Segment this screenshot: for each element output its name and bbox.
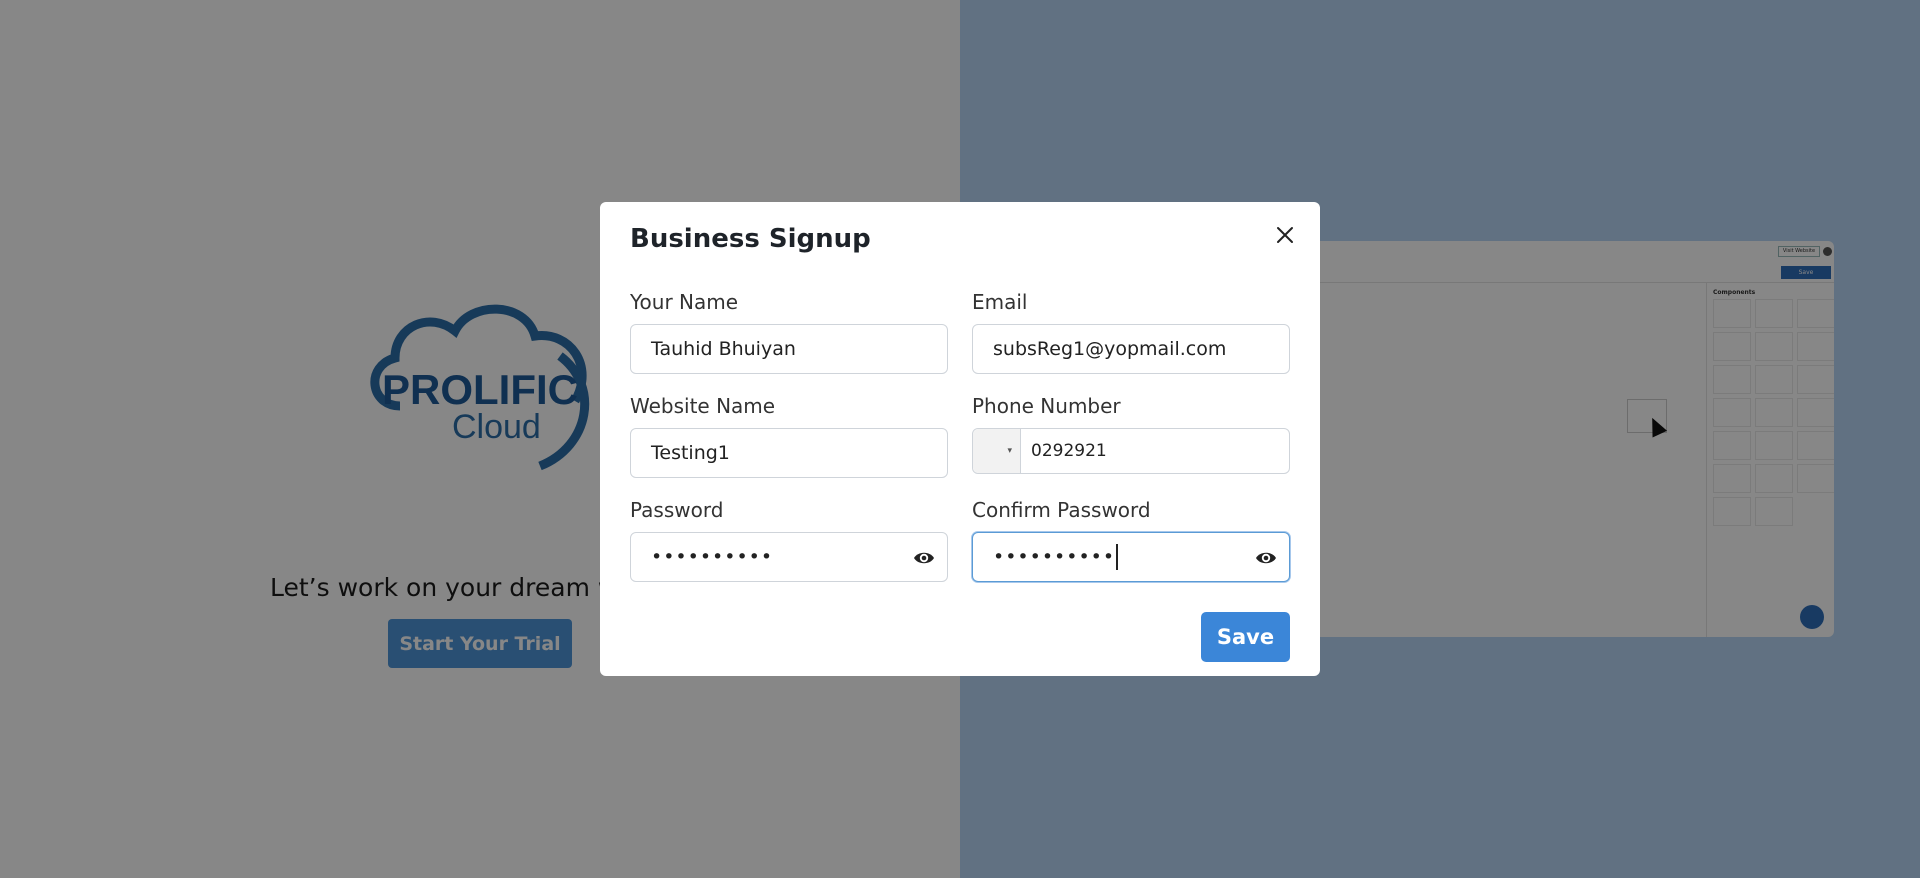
confirm-password-label: Confirm Password (972, 498, 1151, 522)
your-name-value: Tauhid Bhuiyan (651, 338, 796, 360)
your-name-input[interactable]: Tauhid Bhuiyan (630, 324, 948, 374)
close-icon (1277, 227, 1293, 243)
phone-number-value: 0292921 (1031, 441, 1107, 461)
phone-number-input[interactable]: 0292921 (1021, 429, 1289, 473)
phone-number-field-group: Phone Number ▾ 0292921 (972, 394, 1290, 474)
phone-number-label: Phone Number (972, 394, 1121, 418)
password-field-group: Password •••••••••• (630, 498, 948, 582)
email-value: subsReg1@yopmail.com (993, 338, 1227, 360)
email-field-group: Email subsReg1@yopmail.com (972, 290, 1290, 374)
confirm-password-input[interactable]: •••••••••• (972, 532, 1290, 582)
website-name-value: Testing1 (651, 442, 730, 464)
your-name-field-group: Your Name Tauhid Bhuiyan (630, 290, 948, 374)
your-name-label: Your Name (630, 290, 739, 314)
email-label: Email (972, 290, 1028, 314)
website-name-field-group: Website Name Testing1 (630, 394, 948, 478)
save-button[interactable]: Save (1201, 612, 1290, 662)
phone-number-input-group: ▾ 0292921 (972, 428, 1290, 474)
website-name-input[interactable]: Testing1 (630, 428, 948, 478)
eye-icon[interactable] (1255, 548, 1277, 568)
business-signup-modal: Business Signup Your Name Tauhid Bhuiyan… (600, 202, 1320, 676)
modal-title: Business Signup (630, 224, 871, 254)
password-input[interactable]: •••••••••• (630, 532, 948, 582)
eye-icon[interactable] (913, 548, 935, 568)
text-caret (1116, 544, 1118, 570)
password-value: •••••••••• (651, 546, 774, 568)
close-button[interactable] (1270, 220, 1300, 250)
website-name-label: Website Name (630, 394, 776, 418)
chevron-down-icon: ▾ (1007, 446, 1012, 456)
country-code-dropdown[interactable]: ▾ (973, 429, 1021, 473)
confirm-password-field-group: Confirm Password •••••••••• (972, 498, 1290, 582)
email-input[interactable]: subsReg1@yopmail.com (972, 324, 1290, 374)
confirm-password-value: •••••••••• (993, 546, 1116, 568)
password-label: Password (630, 498, 724, 522)
